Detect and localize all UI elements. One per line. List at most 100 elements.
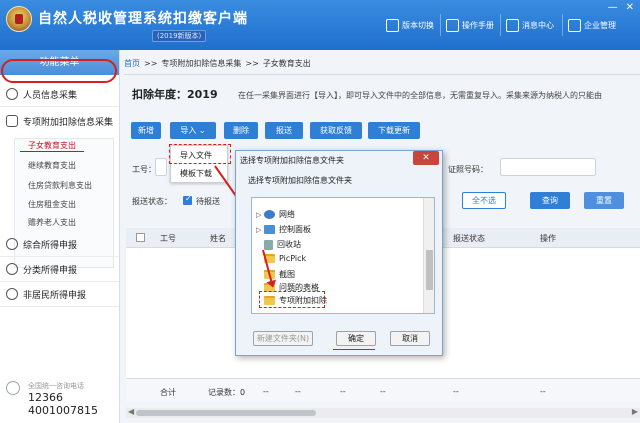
footer-dash: -- bbox=[295, 387, 301, 396]
manual-label: 操作手册 bbox=[462, 20, 494, 30]
sidebar-item-label: 非居民所得申报 bbox=[23, 290, 87, 301]
new-folder-button[interactable]: 新建文件夹(N) bbox=[253, 331, 313, 346]
minimize-icon[interactable]: — bbox=[608, 2, 618, 13]
dialog-close-button[interactable]: ✕ bbox=[413, 151, 439, 165]
recycle-bin-icon bbox=[264, 239, 273, 250]
sidebar-item-classified[interactable]: 分类所得申报 bbox=[6, 259, 77, 279]
version-switch-button[interactable]: 版本切换 bbox=[386, 6, 434, 44]
breadcrumb-item[interactable]: 专项附加扣除信息采集 bbox=[161, 58, 241, 69]
import-button[interactable]: 导入 ⌄ bbox=[170, 122, 216, 139]
select-none-button[interactable]: 全不选 bbox=[462, 192, 506, 209]
report-button[interactable]: 报送 bbox=[265, 122, 303, 139]
sub-item-housing-loan[interactable]: 住房贷款利息支出 bbox=[28, 180, 92, 191]
chart-icon bbox=[6, 238, 18, 250]
deduction-year: 扣除年度：2019 bbox=[132, 88, 218, 101]
chevron-down-icon: ⌄ bbox=[198, 126, 206, 135]
network-icon bbox=[264, 210, 275, 219]
reset-button[interactable]: 重置 bbox=[584, 192, 624, 209]
download-update-button[interactable]: 下载更新 bbox=[368, 122, 420, 139]
sub-item-elderly-support[interactable]: 赡养老人支出 bbox=[28, 217, 76, 228]
user-icon bbox=[568, 18, 581, 32]
sidebar-item-label: 综合所得申报 bbox=[23, 240, 78, 251]
id-no-label: 证照号码： bbox=[448, 165, 488, 174]
footer-dash: -- bbox=[263, 387, 269, 396]
pending-label: 待报送 bbox=[196, 197, 220, 206]
select-all-checkbox[interactable] bbox=[136, 233, 145, 242]
footer-records: 记录数：0 bbox=[208, 388, 246, 397]
scroll-thumb[interactable] bbox=[136, 410, 316, 416]
status-label: 报送状态： bbox=[132, 197, 172, 206]
col-status: 报送状态 bbox=[453, 234, 485, 243]
expand-arrow-icon[interactable]: ▷ bbox=[256, 211, 261, 219]
delete-button[interactable]: 删除 bbox=[224, 122, 258, 139]
dialog-message: 选择专项附加扣除信息文件夹 bbox=[248, 176, 352, 185]
footer-dash: -- bbox=[380, 387, 386, 396]
footer-dash: -- bbox=[453, 387, 459, 396]
tree-item-recycle-bin[interactable]: 回收站 bbox=[264, 239, 301, 250]
switch-icon bbox=[386, 18, 399, 32]
app-version-badge: (2019新版本) bbox=[152, 30, 207, 42]
query-button[interactable]: 查询 bbox=[530, 192, 570, 209]
sidebar-item-special-deduction[interactable]: 专项附加扣除信息采集 bbox=[6, 111, 113, 131]
manual-button[interactable]: 操作手册 bbox=[446, 6, 494, 44]
hotline-number-1: 12366 bbox=[28, 391, 63, 404]
get-feedback-button[interactable]: 获取反馈 bbox=[310, 122, 362, 139]
message-center-button[interactable]: 消息中心 bbox=[506, 6, 554, 44]
app-header: 自然人税收管理系统扣缴客户端 (2019新版本) 版本切换 操作手册 消息中心 … bbox=[0, 0, 640, 50]
import-file-highlight bbox=[169, 144, 231, 164]
template-download-menu-item[interactable]: 模板下载 bbox=[180, 168, 212, 179]
book-icon bbox=[446, 18, 459, 32]
horizontal-scrollbar[interactable]: ◀ ▶ bbox=[126, 407, 640, 418]
person-icon bbox=[6, 88, 18, 100]
footer-dash: -- bbox=[340, 387, 346, 396]
breadcrumb-item: 子女教育支出 bbox=[262, 59, 311, 68]
col-action: 操作 bbox=[540, 234, 556, 243]
ok-button[interactable]: 确定 bbox=[336, 331, 376, 346]
tree-item-network[interactable]: 网络 bbox=[264, 209, 295, 220]
add-button[interactable]: 新增 bbox=[131, 122, 161, 139]
hotline-label: 全国统一咨询电话 bbox=[28, 382, 84, 390]
work-no-label: 工号： bbox=[132, 165, 156, 174]
dialog-title: 选择专项附加扣除信息文件夹 bbox=[240, 156, 344, 165]
id-no-input[interactable] bbox=[500, 158, 596, 176]
sub-item-children-education[interactable]: 子女教育支出 bbox=[28, 140, 76, 151]
cancel-button[interactable]: 取消 bbox=[390, 331, 430, 346]
scroll-right-icon[interactable]: ▶ bbox=[632, 407, 638, 416]
control-panel-icon bbox=[264, 225, 275, 234]
footer-total: 合计 bbox=[160, 388, 176, 397]
expand-arrow-icon[interactable]: ▷ bbox=[256, 226, 261, 234]
import-label: 导入 bbox=[180, 126, 197, 135]
pending-checkbox[interactable] bbox=[183, 194, 192, 205]
globe-icon bbox=[6, 288, 18, 300]
breadcrumb-home[interactable]: 首页 bbox=[124, 58, 140, 69]
tree-scroll-thumb[interactable] bbox=[426, 250, 433, 290]
sidebar-item-label: 专项附加扣除信息采集 bbox=[23, 117, 114, 128]
tree-item-control-panel[interactable]: 控制面板 bbox=[264, 224, 311, 235]
ok-underline bbox=[333, 349, 375, 350]
sidebar-item-person-info[interactable]: 人员信息采集 bbox=[6, 84, 77, 104]
tree-item-picpick[interactable]: PicPick bbox=[264, 254, 306, 263]
footer-dash: -- bbox=[540, 387, 546, 396]
sidebar-item-comprehensive[interactable]: 综合所得申报 bbox=[6, 234, 77, 254]
version-switch-label: 版本切换 bbox=[402, 20, 434, 30]
enterprise-label: 企业管理 bbox=[584, 20, 616, 30]
col-name: 姓名 bbox=[210, 234, 226, 243]
work-no-input[interactable] bbox=[155, 158, 167, 176]
col-work-no: 工号 bbox=[160, 234, 176, 243]
hotline-number-2: 4001007815 bbox=[28, 404, 98, 417]
active-underline bbox=[20, 151, 84, 152]
sidebar-item-label: 分类所得申报 bbox=[23, 265, 78, 276]
clock-icon bbox=[6, 263, 18, 275]
app-title: 自然人税收管理系统扣缴客户端 bbox=[38, 11, 248, 27]
phone-icon bbox=[6, 381, 20, 395]
tree-scrollbar[interactable] bbox=[423, 198, 434, 313]
scroll-left-icon[interactable]: ◀ bbox=[128, 407, 134, 416]
selected-folder-highlight bbox=[259, 291, 325, 308]
window-controls: — ✕ bbox=[608, 2, 634, 13]
sub-item-continuing-education[interactable]: 继续教育支出 bbox=[28, 160, 76, 171]
grid-icon bbox=[6, 115, 18, 127]
breadcrumb: 首页 >> 专项附加扣除信息采集 >> 子女教育支出 bbox=[124, 58, 311, 69]
sub-item-housing-rent[interactable]: 住房租金支出 bbox=[28, 199, 76, 210]
sidebar-item-nonresident[interactable]: 非居民所得申报 bbox=[6, 284, 86, 304]
close-icon[interactable]: ✕ bbox=[626, 2, 634, 13]
